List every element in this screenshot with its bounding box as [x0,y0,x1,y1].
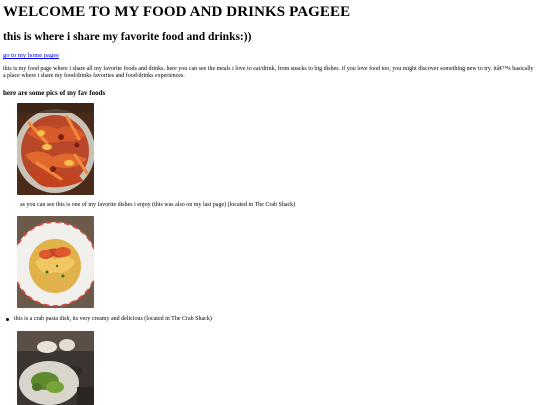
section-heading: here are some pics of my fav foods [3,89,106,97]
food-caption-2: this is a crab pasta dish, its very crea… [14,316,212,322]
seafood-boil-photo [17,103,94,195]
dessert-plate-photo [17,331,94,405]
home-page-link[interactable]: go to my home pagee [3,52,537,60]
page-title: WELCOME TO MY FOOD AND DRINKS PAGEEE [3,4,351,20]
page-subtitle: this is where i share my favorite food a… [3,31,252,43]
food-caption-1: as you can see this is one of my favorit… [20,202,296,208]
crab-pasta-photo [17,216,94,308]
intro-paragraph: this is my food page where i share all m… [3,66,534,79]
list-bullet [6,318,9,321]
page-content: WELCOME TO MY FOOD AND DRINKS PAGEEE thi… [3,0,537,98]
